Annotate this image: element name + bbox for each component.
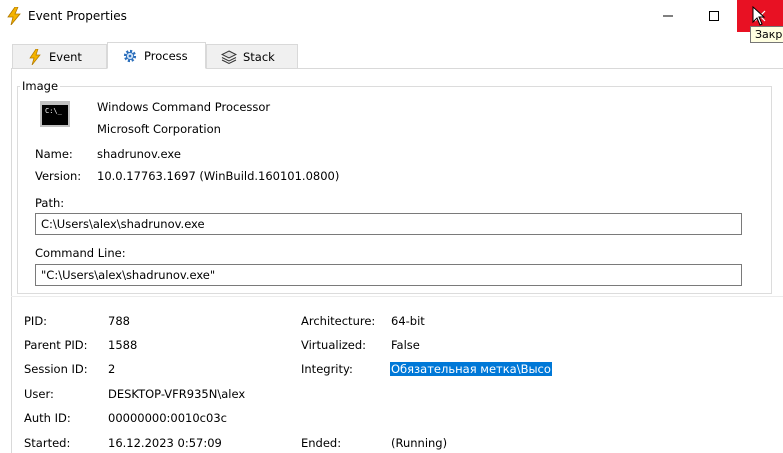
- integrity-value[interactable]: Обязательная метка\Высо: [390, 362, 552, 376]
- version-value: 10.0.17763.1697 (WinBuild.160101.0800): [97, 169, 340, 183]
- integrity-label: Integrity:: [301, 362, 353, 376]
- maximize-button[interactable]: [691, 0, 737, 32]
- version-label: Version:: [35, 169, 82, 183]
- minimize-button[interactable]: [645, 0, 691, 32]
- path-label: Path:: [35, 196, 65, 210]
- started-label: Started:: [24, 436, 71, 450]
- image-group: [17, 86, 772, 294]
- window-title: Event Properties: [28, 9, 127, 23]
- separator: [11, 296, 783, 297]
- pid-value: 788: [108, 314, 130, 328]
- virtualized-value: False: [391, 338, 420, 352]
- pid-label: PID:: [24, 314, 48, 328]
- ended-value: (Running): [391, 436, 448, 450]
- ended-label: Ended:: [301, 436, 342, 450]
- image-group-legend: Image: [20, 79, 61, 93]
- session-id-value: 2: [108, 362, 116, 376]
- session-id-label: Session ID:: [24, 362, 88, 376]
- command-line-field[interactable]: "C:\Users\alex\shadrunov.exe": [35, 264, 742, 286]
- command-line-label: Command Line:: [35, 246, 126, 260]
- tab-stack[interactable]: Stack: [206, 44, 298, 68]
- layers-icon: [221, 49, 237, 65]
- tab-event[interactable]: Event: [12, 44, 107, 68]
- title-bar: Event Properties: [0, 0, 783, 32]
- command-prompt-icon: C:\_: [40, 101, 70, 127]
- tab-process[interactable]: Process: [107, 42, 206, 69]
- name-label: Name:: [35, 147, 73, 161]
- minimize-icon: [663, 15, 673, 17]
- architecture-label: Architecture:: [301, 314, 376, 328]
- auth-id-value: 00000000:0010c03c: [108, 411, 227, 425]
- mouse-cursor-icon: [752, 6, 766, 26]
- company-name: Microsoft Corporation: [97, 122, 221, 136]
- path-field[interactable]: C:\Users\alex\shadrunov.exe: [35, 213, 742, 235]
- parent-pid-value: 1588: [108, 338, 138, 352]
- virtualized-label: Virtualized:: [301, 338, 367, 352]
- started-value: 16.12.2023 0:57:09: [108, 436, 222, 450]
- auth-id-label: Auth ID:: [24, 411, 71, 425]
- lightning-icon: [7, 6, 21, 26]
- maximize-icon: [709, 11, 719, 21]
- name-value: shadrunov.exe: [97, 147, 181, 161]
- tab-event-label: Event: [49, 49, 82, 64]
- architecture-value: 64-bit: [391, 314, 425, 328]
- gear-icon: [122, 48, 138, 64]
- user-value: DESKTOP-VFR935N\alex: [108, 387, 246, 401]
- lightning-icon: [27, 48, 43, 65]
- tab-stack-label: Stack: [243, 49, 275, 64]
- tab-strip: Event Process Stack: [0, 38, 783, 69]
- parent-pid-label: Parent PID:: [24, 338, 88, 352]
- tab-process-label: Process: [144, 48, 188, 63]
- user-label: User:: [24, 387, 54, 401]
- product-name: Windows Command Processor: [97, 100, 271, 114]
